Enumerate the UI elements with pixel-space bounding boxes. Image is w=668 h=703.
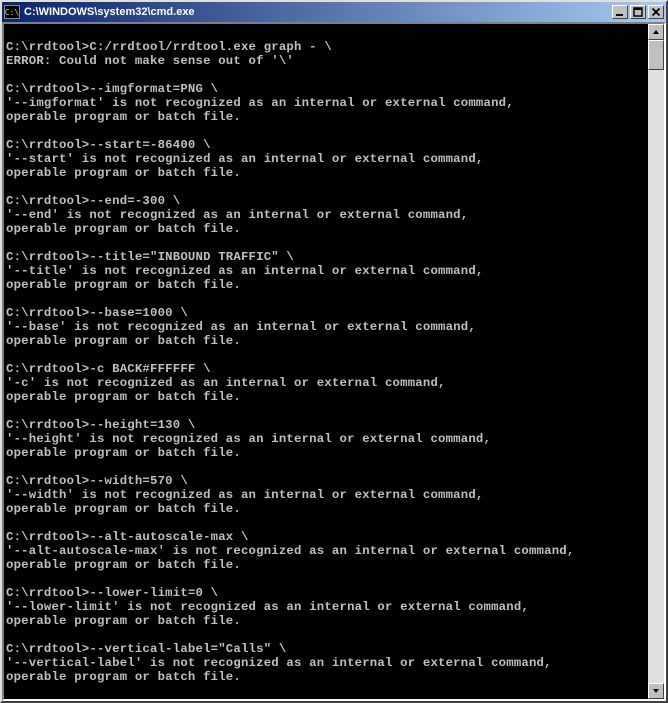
cmd-window: C:\ C:\WINDOWS\system32\cmd.exe C:\rrdto…: [0, 0, 668, 703]
scroll-down-button[interactable]: [648, 683, 664, 699]
cmd-icon: C:\: [4, 5, 20, 19]
console-client-area: C:\rrdtool>C:/rrdtool/rrdtool.exe graph …: [2, 22, 666, 701]
vertical-scrollbar[interactable]: [648, 24, 664, 699]
close-button[interactable]: [648, 5, 664, 19]
maximize-button[interactable]: [630, 5, 646, 19]
minimize-button[interactable]: [612, 5, 628, 19]
scroll-up-button[interactable]: [648, 24, 664, 40]
window-title: C:\WINDOWS\system32\cmd.exe: [24, 6, 612, 18]
console-output[interactable]: C:\rrdtool>C:/rrdtool/rrdtool.exe graph …: [4, 24, 648, 699]
window-controls: [612, 5, 664, 19]
scrollbar-track[interactable]: [648, 40, 664, 683]
scrollbar-thumb[interactable]: [648, 40, 664, 70]
titlebar[interactable]: C:\ C:\WINDOWS\system32\cmd.exe: [2, 2, 666, 22]
